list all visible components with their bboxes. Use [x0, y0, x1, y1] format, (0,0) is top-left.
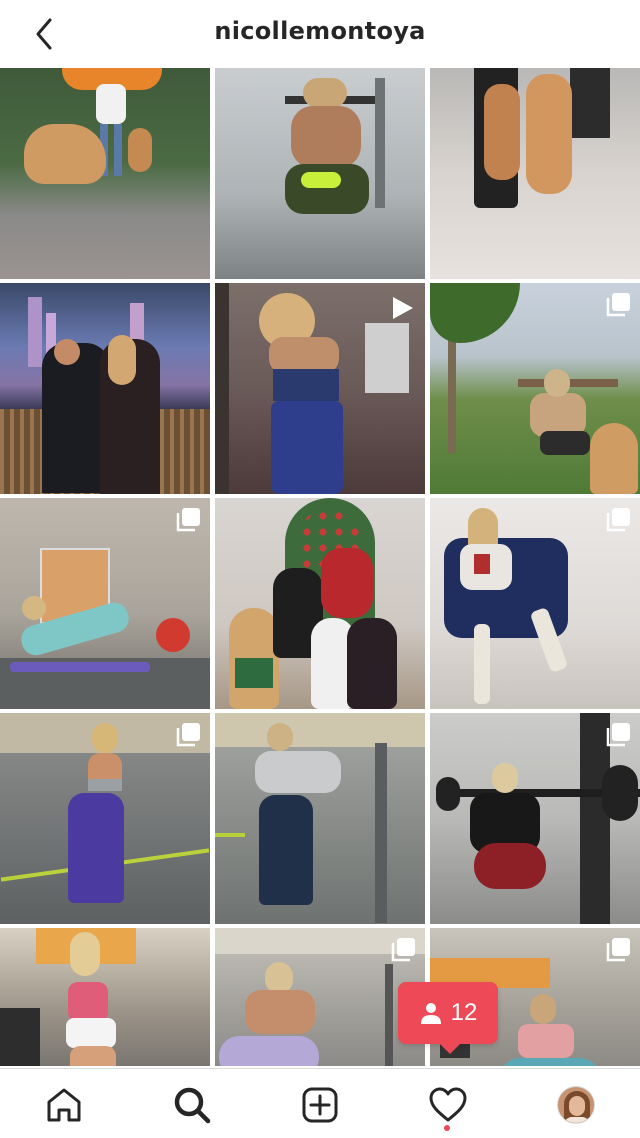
carousel-icon	[391, 936, 417, 962]
nav-profile[interactable]	[554, 1083, 598, 1127]
new-post-icon	[302, 1087, 338, 1123]
video-icon	[389, 295, 415, 321]
post-thumbnail[interactable]	[215, 68, 425, 279]
nav-search[interactable]	[170, 1083, 214, 1127]
post-thumbnail[interactable]	[0, 283, 210, 494]
post-thumbnail[interactable]	[0, 68, 210, 279]
carousel-icon	[606, 721, 632, 747]
post-thumbnail[interactable]	[215, 928, 425, 1066]
post-thumbnail[interactable]	[215, 713, 425, 924]
bottom-navigation	[0, 1068, 640, 1138]
carousel-icon	[606, 506, 632, 532]
follow-requests-badge[interactable]: 12	[398, 982, 498, 1054]
post-thumbnail[interactable]	[430, 498, 640, 709]
nav-home[interactable]	[42, 1083, 86, 1127]
profile-username: nicollemontoya	[214, 17, 426, 45]
person-icon	[420, 1003, 441, 1024]
home-icon	[47, 1088, 81, 1122]
carousel-icon	[176, 721, 202, 747]
carousel-icon	[606, 936, 632, 962]
activity-heart-icon	[429, 1087, 467, 1122]
post-thumbnail[interactable]	[430, 283, 640, 494]
post-thumbnail[interactable]	[430, 713, 640, 924]
carousel-icon	[606, 291, 632, 317]
carousel-icon	[176, 506, 202, 532]
post-grid	[0, 68, 640, 1066]
profile-header: nicollemontoya	[0, 0, 640, 68]
post-thumbnail[interactable]	[0, 498, 210, 709]
follow-requests-count: 12	[450, 999, 478, 1026]
profile-avatar	[557, 1086, 595, 1124]
post-thumbnail[interactable]	[430, 68, 640, 279]
post-thumbnail[interactable]	[215, 498, 425, 709]
post-thumbnail[interactable]	[0, 928, 210, 1066]
nav-activity[interactable]	[426, 1083, 470, 1127]
nav-new-post[interactable]	[298, 1083, 342, 1127]
post-thumbnail[interactable]	[0, 713, 210, 924]
search-icon	[174, 1087, 211, 1124]
activity-indicator-dot	[444, 1125, 450, 1131]
post-thumbnail[interactable]	[215, 283, 425, 494]
